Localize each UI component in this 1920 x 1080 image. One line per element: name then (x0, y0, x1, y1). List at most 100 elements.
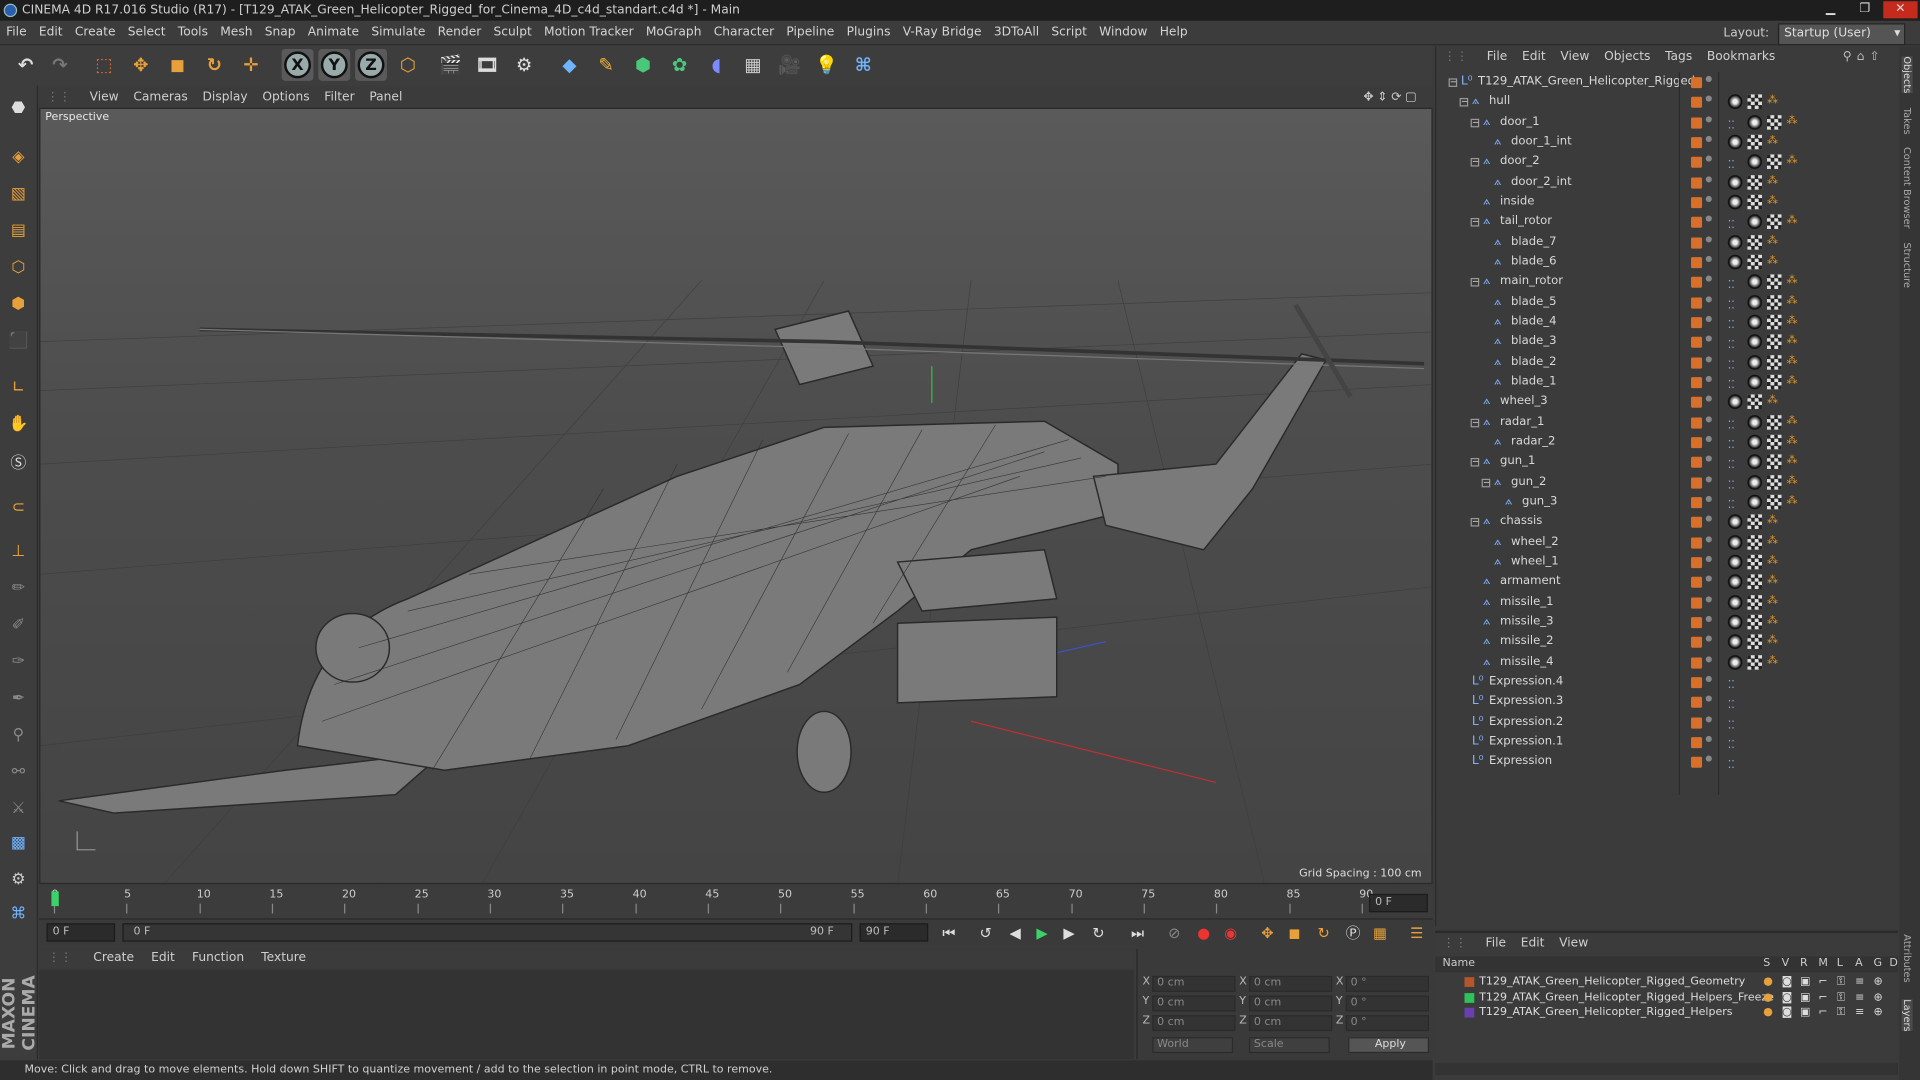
visibility-dots-icon[interactable] (1705, 235, 1712, 242)
y-axis-toggle[interactable]: Y (318, 48, 351, 81)
viewport-menu-panel[interactable]: Panel (362, 88, 410, 108)
material-tag-icon[interactable] (1747, 334, 1763, 350)
render-settings-icon[interactable]: ⚙ (508, 49, 540, 81)
material-tag-icon[interactable] (1747, 474, 1763, 490)
viewport-menu-options[interactable]: Options (255, 88, 317, 108)
visibility-dots-icon[interactable] (1705, 195, 1712, 203)
generator-toggle-icon[interactable]: ⊕ (1873, 1005, 1882, 1020)
object-row[interactable]: ⟑ missile_1 ⁂ (1436, 592, 1899, 612)
constraint-tag-icon[interactable]: ⁂ (1767, 635, 1778, 646)
constraint-tag-icon[interactable]: ⁂ (1767, 655, 1778, 666)
layer-color-icon[interactable] (1691, 117, 1703, 129)
constraint-tag-icon[interactable]: ⁂ (1767, 395, 1778, 406)
object-menu-edit[interactable]: Edit (1515, 47, 1553, 69)
object-row[interactable]: ⟑ missile_2 ⁂ (1436, 632, 1899, 652)
object-row[interactable]: − ⟑ door_1 ⁚⁚ ⁂ (1436, 112, 1899, 132)
constraint-tag-icon[interactable]: ⁂ (1787, 355, 1798, 366)
material-tag-icon[interactable] (1747, 154, 1763, 170)
visibility-dots-icon[interactable] (1705, 315, 1712, 322)
visibility-dots-icon[interactable] (1705, 555, 1712, 562)
render-toggle-icon[interactable]: ▣ (1800, 975, 1810, 990)
transform-tool-icon[interactable]: ✛ (235, 49, 267, 81)
solo-toggle-icon[interactable]: ● (1763, 975, 1773, 990)
coordinate-system-icon[interactable]: ⬡ (392, 49, 424, 81)
model-mode-icon[interactable]: ◈ (4, 142, 33, 171)
make-editable-icon[interactable]: ⬣ (4, 93, 33, 122)
visibility-dots-icon[interactable] (1705, 515, 1712, 522)
menu-select[interactable]: Select (122, 21, 172, 45)
undo-icon[interactable]: ↶ (10, 49, 42, 81)
light-icon[interactable]: 💡 (811, 49, 843, 81)
layer-color-icon[interactable] (1691, 517, 1703, 529)
constraint-tag-icon[interactable]: ⁂ (1787, 475, 1798, 486)
layer-color-icon[interactable] (1691, 597, 1703, 609)
key-parameter-icon[interactable]: Ⓟ (1342, 923, 1364, 943)
edges-mode-icon[interactable]: ⬢ (4, 289, 33, 318)
layer-menu-edit[interactable]: Edit (1513, 933, 1551, 955)
object-row[interactable]: ⟑ blade_7 ⁂ (1436, 232, 1899, 252)
constraint-tag-icon[interactable]: ⁂ (1787, 435, 1798, 446)
constraint-tag-icon[interactable]: ⁂ (1767, 95, 1778, 106)
constraint-tag-icon[interactable]: ⁂ (1767, 535, 1778, 546)
layer-color-icon[interactable] (1691, 717, 1703, 729)
cloner-icon[interactable]: ✿ (664, 49, 696, 81)
constraint-tag-icon[interactable]: ⁂ (1767, 555, 1778, 566)
animation-toggle-icon[interactable]: ≡ (1855, 975, 1864, 990)
texture-tag-icon[interactable] (1747, 94, 1763, 110)
material-tag-icon[interactable] (1727, 234, 1743, 250)
texture-tag-icon[interactable] (1747, 534, 1763, 550)
visibility-dots-icon[interactable] (1705, 735, 1712, 742)
object-row[interactable]: − ⟑ tail_rotor ⁚⁚ ⁂ (1436, 212, 1899, 232)
visibility-dots-icon[interactable] (1705, 355, 1712, 362)
texture-tag-icon[interactable] (1747, 394, 1763, 410)
manager-toggle-icon[interactable]: ⌐ (1818, 1005, 1827, 1020)
menu-render[interactable]: Render (432, 21, 488, 45)
viewport-menu-cameras[interactable]: Cameras (126, 88, 195, 108)
workplane-icon[interactable]: ⊥ (4, 536, 33, 565)
object-menu-tags[interactable]: Tags (1658, 47, 1700, 69)
layer-menu-view[interactable]: View (1552, 933, 1596, 955)
layer-menu-file[interactable]: File (1478, 933, 1513, 955)
lock-icon[interactable]: ⚿ (1837, 990, 1845, 1005)
visibility-dots-icon[interactable] (1705, 155, 1712, 163)
material-tag-icon[interactable] (1747, 354, 1763, 370)
layer-color-icon[interactable] (1691, 377, 1703, 389)
texture-tag-icon[interactable] (1766, 314, 1782, 330)
material-tag-icon[interactable] (1727, 654, 1743, 670)
material-tag-icon[interactable] (1747, 274, 1763, 290)
next-frame-icon[interactable]: ▶ (1058, 923, 1080, 943)
python-script-icon[interactable]: ⌘ (4, 899, 33, 928)
texture-tag-icon[interactable] (1747, 194, 1763, 210)
redo-icon[interactable]: ↷ (44, 49, 76, 81)
menu-sculpt[interactable]: Sculpt (487, 21, 537, 45)
layer-color-icon[interactable] (1691, 457, 1703, 469)
expand-toggle-icon[interactable]: − (1470, 158, 1480, 167)
texture-tag-icon[interactable] (1747, 614, 1763, 630)
manager-toggle-icon[interactable]: ⌐ (1818, 975, 1827, 990)
visibility-dots-icon[interactable] (1705, 495, 1712, 502)
tab-attributes[interactable]: Attributes (1902, 934, 1913, 982)
visible-toggle-icon[interactable]: ◙ (1782, 975, 1793, 990)
material-menu-function[interactable]: Function (183, 949, 252, 969)
scale-tool-icon[interactable]: ◼ (162, 49, 194, 81)
workplane-mode-icon[interactable]: ▤ (4, 216, 33, 245)
pen-spline-icon[interactable]: ✎ (590, 49, 622, 81)
manager-toggle-icon[interactable]: ⌐ (1818, 990, 1827, 1005)
material-tag-icon[interactable] (1747, 374, 1763, 390)
column-divider[interactable] (1678, 72, 1681, 795)
perspective-viewport[interactable]: Perspective Grid Spacing: 100 cm (39, 107, 1433, 885)
constraint-tag-icon[interactable]: ⁂ (1767, 615, 1778, 626)
texture-tag-icon[interactable] (1747, 514, 1763, 530)
texture-tag-icon[interactable] (1766, 114, 1782, 130)
object-row[interactable]: − ⟑ main_rotor ⁚⁚ ⁂ (1436, 272, 1899, 292)
layer-color-icon[interactable] (1691, 217, 1703, 229)
go-to-end-icon[interactable]: ⏭ (1127, 923, 1149, 943)
object-row[interactable]: L⁰ Expression.4 ⁚⁚ (1436, 672, 1899, 692)
texture-mode-icon[interactable]: ▧ (4, 179, 33, 208)
visibility-dots-icon[interactable] (1705, 715, 1712, 722)
points-mode-icon[interactable]: ⬡ (4, 252, 33, 281)
previous-frame-icon[interactable]: ◀ (1004, 923, 1026, 943)
texture-tag-icon[interactable] (1766, 274, 1782, 290)
texture-tag-icon[interactable] (1766, 374, 1782, 390)
object-row[interactable]: ⟑ wheel_3 ⁂ (1436, 392, 1899, 412)
